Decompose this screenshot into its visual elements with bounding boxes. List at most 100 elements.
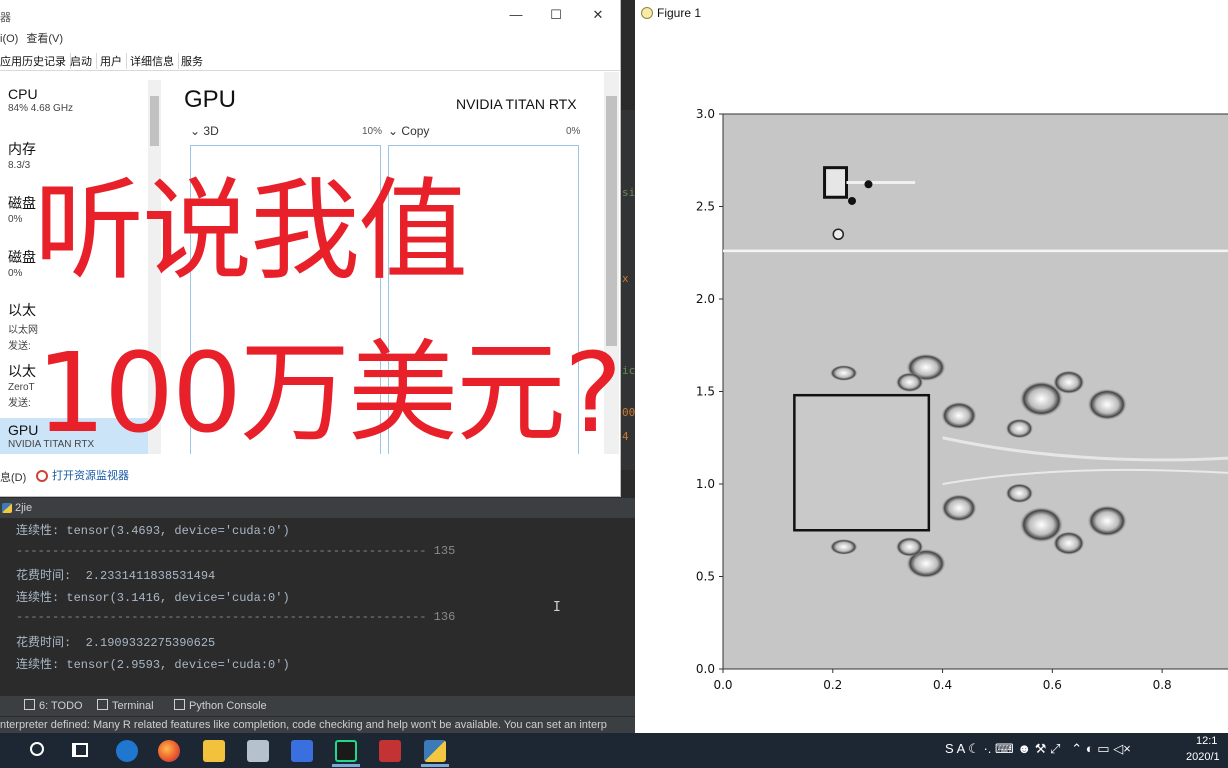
maximize-button[interactable]: ☐ [546, 6, 566, 24]
vortex [829, 365, 858, 381]
engine-copy-selector[interactable]: ⌄ Copy [388, 124, 429, 138]
clock-date: 2020/1 [1186, 751, 1220, 763]
x-tick-label: 0.0 [713, 678, 732, 692]
vortex [895, 372, 924, 393]
tray-ime-icon: S [945, 741, 954, 756]
vortex [1087, 388, 1128, 421]
resource-detail: 84% 4.68 GHz [8, 103, 74, 114]
run-tab[interactable]: 2jie [0, 498, 32, 518]
code-fragment: si [622, 186, 636, 199]
firefox-icon[interactable] [158, 740, 180, 762]
flow-plot[interactable]: 0.0 0.2 0.4 0.6 0.8 0.0 0.5 1.0 1.5 2.0 2.5 3.0 [635, 0, 1228, 733]
x-axis: 0.0 0.2 0.4 0.6 0.8 [713, 669, 1172, 692]
menu-view[interactable]: 查看(V) [26, 33, 63, 45]
file-explorer-icon[interactable] [203, 740, 225, 762]
x-tick-label: 0.4 [933, 678, 952, 692]
terminal-tab[interactable]: Terminal [97, 699, 154, 712]
tab-services[interactable]: 服务 [181, 53, 207, 69]
run-console[interactable]: 连续性: tensor(3.4693, device='cuda:0') ---… [0, 519, 635, 695]
y-tick-label: 1.5 [696, 385, 715, 399]
vortex [1052, 370, 1085, 395]
engine-name: 3D [203, 124, 219, 138]
pycharm-icon[interactable] [335, 740, 357, 762]
fewer-details-toggle[interactable]: 息(D) [0, 469, 26, 485]
menu-bar: i(O) 查看(V) [0, 30, 71, 48]
console-line: 连续性: tensor(3.4693, device='cuda:0') [16, 524, 290, 538]
app-icon[interactable] [247, 740, 269, 762]
resource-cpu[interactable]: CPU 84% 4.68 GHz [8, 86, 73, 114]
resource-detail: 8.3/3 [8, 160, 31, 171]
y-tick-label: 0.5 [696, 570, 715, 584]
x-tick-label: 0.8 [1153, 678, 1172, 692]
overlay-caption-line1: 听说我值 [34, 167, 468, 295]
engine-3d-selector[interactable]: ⌄ 3D [190, 124, 219, 138]
x-tick-label: 0.2 [823, 678, 842, 692]
tray-moon-icon: ☾ [968, 741, 980, 756]
vortex [895, 536, 924, 557]
search-icon[interactable] [30, 742, 44, 756]
resource-name: 以太 [8, 363, 36, 379]
details-scroll-thumb[interactable] [606, 96, 617, 346]
recorder-icon[interactable] [379, 740, 401, 762]
python-icon[interactable] [424, 740, 446, 762]
resource-list-scroll-thumb[interactable] [150, 96, 159, 146]
tray-dots-icon: ·. [983, 741, 992, 756]
close-button[interactable]: ✕ [588, 6, 608, 24]
app-icon[interactable] [291, 740, 313, 762]
task-manager-titlebar [0, 0, 620, 30]
code-fragment: 00 [622, 406, 636, 419]
y-tick-label: 1.0 [696, 477, 715, 491]
y-axis: 0.0 0.5 1.0 1.5 2.0 2.5 3.0 [696, 107, 723, 676]
console-line: 连续性: tensor(3.1416, device='cuda:0') [16, 591, 290, 605]
resource-name: 以太 [8, 302, 36, 318]
small-vortex [832, 228, 845, 240]
y-tick-label: 0.0 [696, 662, 715, 676]
tray-font-icon: A [956, 741, 965, 756]
resource-memory[interactable]: 内存 8.3/3 [8, 139, 36, 171]
console-separator: ----------------------------------------… [16, 544, 456, 558]
engine-3d-percent: 10% [362, 126, 383, 137]
resource-disk-0[interactable]: 磁盘 0% [8, 193, 36, 225]
resource-ethernet-1[interactable]: 以太 ZeroT 发送: [8, 361, 36, 409]
edge-icon[interactable] [116, 740, 138, 762]
plot-area [722, 113, 1228, 670]
python-console-tab[interactable]: Python Console [174, 699, 267, 712]
resource-disk-1[interactable]: 磁盘 0% [8, 247, 36, 279]
x-tick-label: 0.6 [1043, 678, 1062, 692]
chevron-down-icon: ⌄ [190, 124, 201, 138]
python-console-tab-label: Python Console [189, 700, 267, 712]
resource-detail-send: 发送: [8, 341, 31, 352]
overlay-caption-line2: 100万美元? [36, 329, 622, 457]
tab-users[interactable]: 用户 [100, 53, 127, 69]
tab-details[interactable]: 详细信息 [130, 53, 179, 69]
clock-time: 12:1 [1196, 735, 1218, 747]
tray-keyboard-icon: ⌨ [995, 741, 1014, 756]
minimize-button[interactable]: — [506, 6, 526, 24]
tab-startup[interactable]: 启动 [70, 53, 97, 69]
terminal-tab-label: Terminal [112, 700, 154, 712]
resource-ethernet-0[interactable]: 以太 以太网 发送: [8, 300, 38, 352]
gpu-model: NVIDIA TITAN RTX [456, 96, 577, 112]
code-fragment: 4 [622, 430, 629, 443]
tray-network-icon: ◐ [1085, 741, 1094, 756]
resource-monitor-link[interactable]: 打开资源监视器 [36, 467, 129, 483]
menu-options[interactable]: i(O) [0, 33, 18, 45]
task-manager-footer: 息(D) 打开资源监视器 [0, 462, 620, 492]
system-tray[interactable]: S A ☾ ·. ⌨ ☻ ⚒ ⤢ ⌃ ◐ ▭ ◁× [945, 741, 1131, 757]
resource-detail: 0% [8, 268, 23, 279]
task-view-icon[interactable] [72, 743, 88, 757]
console-line: 连续性: tensor(2.9593, device='cuda:0') [16, 658, 290, 672]
gpu-heading: GPU [184, 86, 237, 113]
tab-app-history[interactable]: 应用历史记录 [0, 53, 71, 69]
vortex [1005, 418, 1034, 439]
tray-monitor-icon: ▭ [1097, 741, 1110, 756]
small-vortex [864, 180, 873, 189]
run-tab-label: 2jie [15, 502, 33, 514]
tab-bar: 应用历史记录 启动 用户 详细信息 服务 [0, 50, 620, 71]
console-line: 花费时间: 2.1909332275390625 [16, 636, 216, 650]
chevron-down-icon: ⌄ [388, 124, 399, 138]
todo-tab[interactable]: 6: TODO [24, 699, 83, 712]
tray-user-icon: ☻ [1017, 741, 1032, 756]
resource-detail: 0% [8, 214, 23, 225]
resource-detail: ZeroT [8, 382, 35, 393]
